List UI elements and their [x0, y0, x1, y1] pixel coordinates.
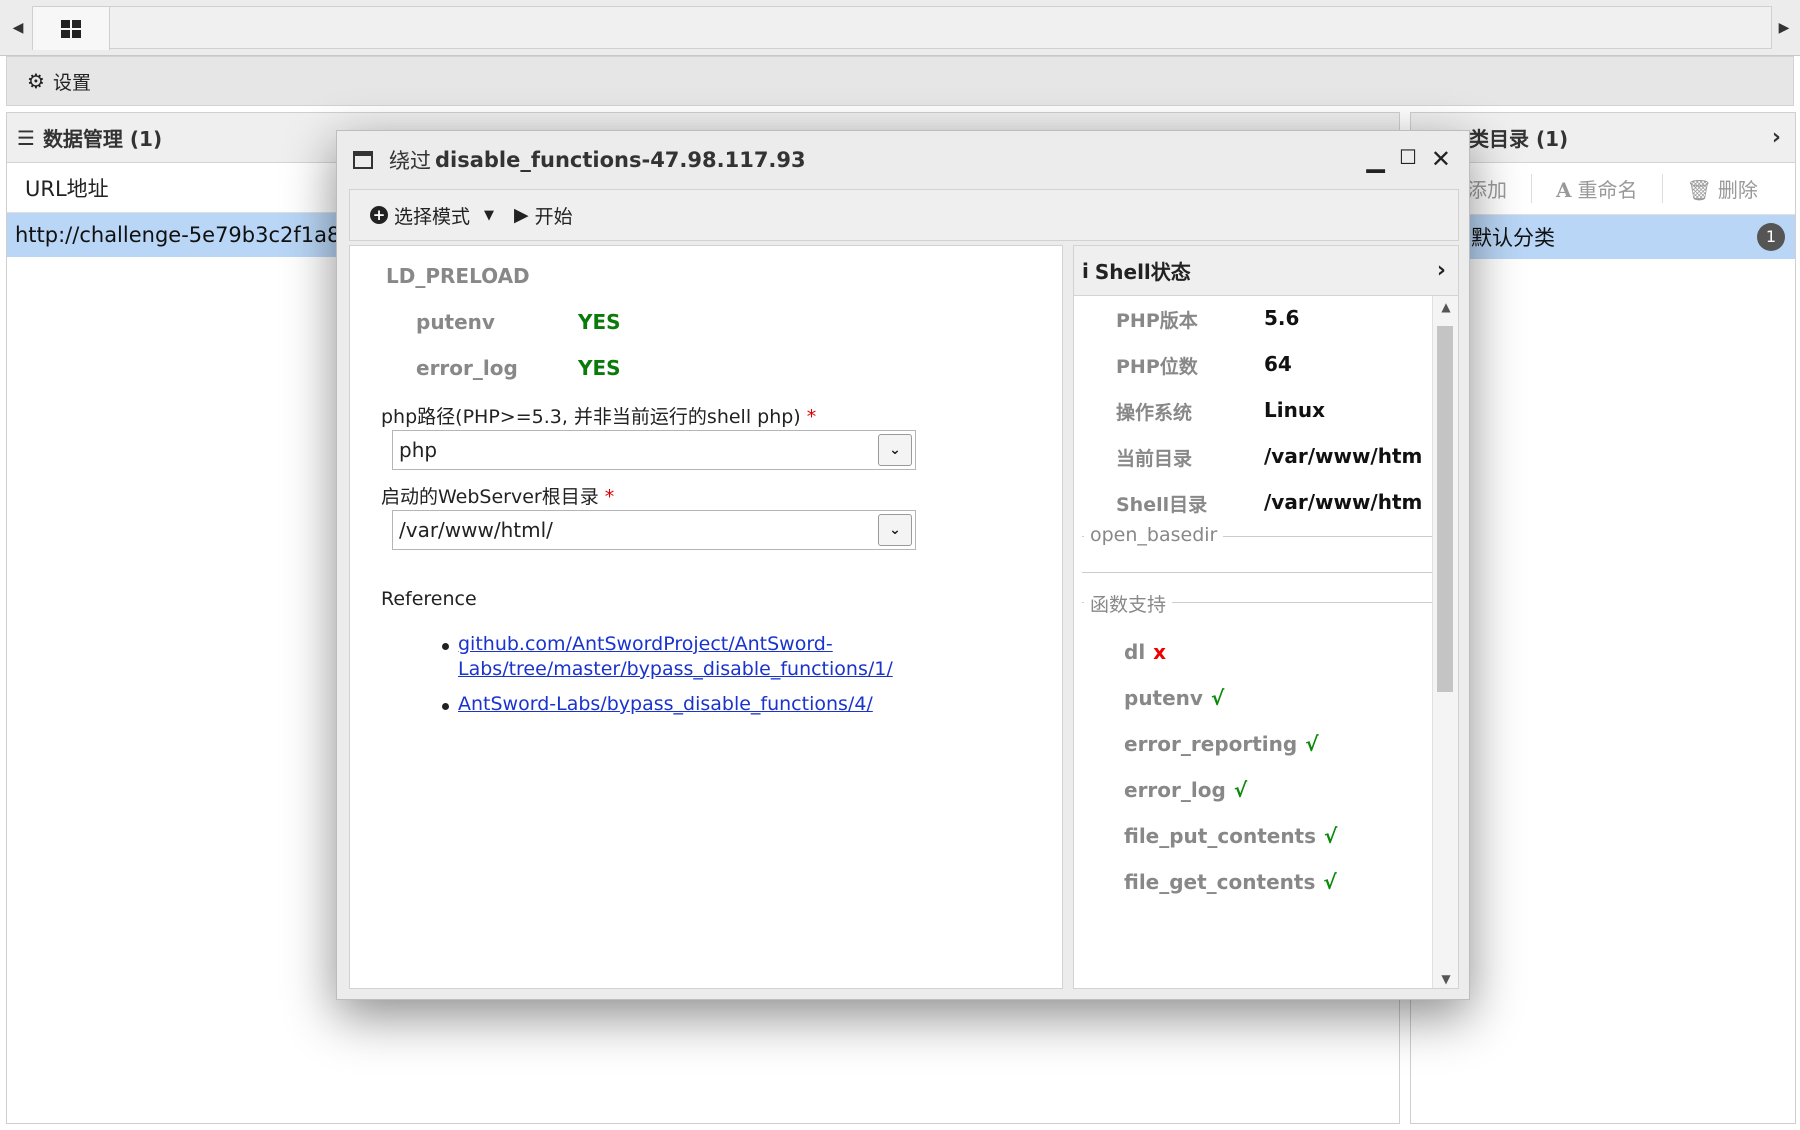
- php-path-label: php路径(PHP>=5.3, 并非当前运行的shell php) *: [381, 406, 817, 428]
- divider: [1082, 572, 1444, 573]
- info-value: /var/www/html: [1264, 490, 1424, 514]
- grid-icon: [61, 19, 81, 38]
- function-item: dl x: [1124, 640, 1167, 664]
- check-name: error_log: [416, 356, 518, 380]
- collapse-icon[interactable]: ›: [1772, 125, 1781, 150]
- font-icon: A: [1556, 178, 1572, 202]
- info-key: PHP版本: [1116, 310, 1198, 332]
- chevron-down-icon[interactable]: ⌄: [878, 514, 912, 546]
- dialog-toolbar: + 选择模式 ▼ ▶ 开始: [349, 189, 1459, 241]
- dialog-title: disable_functions-47.98.117.93: [435, 148, 806, 172]
- category-panel-title: 类目录 (1): [1469, 127, 1569, 151]
- reference-link-1[interactable]: github.com/AntSwordProject/AntSword- Lab…: [458, 632, 893, 682]
- category-count-badge: 1: [1757, 223, 1785, 251]
- tab-scroll-right-icon[interactable]: ▶: [1774, 8, 1794, 48]
- start-button[interactable]: ▶ 开始: [514, 202, 573, 229]
- scroll-up-icon[interactable]: ▲: [1433, 300, 1458, 314]
- webroot-label: 启动的WebServer根目录 *: [381, 486, 615, 508]
- shell-status-title: Shell状态: [1094, 260, 1191, 284]
- scroll-thumb[interactable]: [1437, 326, 1453, 692]
- info-icon: i: [1082, 258, 1089, 283]
- bypass-dialog: 绕过 disable_functions-47.98.117.93 ▁ ☐ ✕ …: [336, 130, 1470, 1000]
- trash-icon: 🗑: [1686, 178, 1712, 202]
- plus-circle-icon: +: [370, 206, 388, 224]
- function-item: putenv √: [1124, 686, 1225, 710]
- info-key: 当前目录: [1116, 448, 1193, 470]
- function-item: file_put_contents √: [1124, 824, 1338, 848]
- shell-status-pane: i Shell状态 › PHP版本 5.6 PHP位数 64 操作系统 Linu…: [1073, 245, 1459, 989]
- scroll-down-icon[interactable]: ▼: [1433, 972, 1458, 986]
- url-column-label: URL地址: [25, 176, 109, 201]
- window-icon: [353, 151, 373, 169]
- maximize-icon[interactable]: ☐: [1399, 145, 1417, 173]
- rename-category-button[interactable]: A 重命名: [1532, 174, 1663, 203]
- bypass-form-pane: LD_PRELOAD putenv YES error_log YES php路…: [349, 245, 1063, 989]
- vertical-scrollbar[interactable]: ▲ ▼: [1432, 296, 1458, 988]
- start-label: 开始: [534, 205, 573, 228]
- bullet: [442, 703, 449, 710]
- tab-home[interactable]: [32, 6, 110, 50]
- list-icon: ☰: [17, 125, 35, 150]
- reference-title: Reference: [381, 588, 477, 610]
- play-icon: ▶: [514, 204, 529, 226]
- webroot-select[interactable]: /var/www/html/ ⌄: [392, 510, 916, 550]
- reference-link-2[interactable]: AntSword-Labs/bypass_disable_functions/4…: [458, 692, 873, 717]
- info-value: 5.6: [1264, 306, 1300, 330]
- tab-strip: [110, 6, 1772, 49]
- open-basedir-legend: open_basedir: [1084, 524, 1224, 546]
- function-item: error_reporting √: [1124, 732, 1319, 756]
- gear-icon: ⚙: [27, 69, 45, 93]
- check-status: YES: [578, 310, 621, 334]
- info-value: 64: [1264, 352, 1292, 376]
- shell-status-header: i Shell状态 ›: [1074, 246, 1458, 296]
- select-mode-label: 选择模式: [394, 205, 471, 228]
- row-url: http://challenge-5e79b3c2f1a8c: [15, 223, 352, 247]
- collapse-icon[interactable]: ›: [1437, 258, 1446, 283]
- section-title: LD_PRELOAD: [386, 264, 530, 288]
- tab-scroll-left-icon[interactable]: ◀: [8, 8, 28, 48]
- bullet: [442, 643, 449, 650]
- category-label: 默认分类: [1471, 226, 1555, 250]
- info-value: /var/www/html: [1264, 444, 1424, 468]
- minimize-icon[interactable]: ▁: [1366, 145, 1384, 173]
- info-key: PHP位数: [1116, 356, 1198, 378]
- info-key: 操作系统: [1116, 402, 1193, 424]
- delete-category-button[interactable]: 🗑 删除: [1663, 174, 1782, 203]
- info-value: Linux: [1264, 398, 1325, 422]
- php-path-value: php: [399, 438, 438, 462]
- dialog-titlebar[interactable]: 绕过 disable_functions-47.98.117.93: [337, 131, 1469, 189]
- php-path-select[interactable]: php ⌄: [392, 430, 916, 470]
- settings-button[interactable]: ⚙ 设置: [27, 68, 91, 95]
- select-mode-dropdown[interactable]: + 选择模式 ▼: [370, 202, 494, 229]
- tab-bar: ◀ ▶: [0, 0, 1800, 56]
- info-key: Shell目录: [1116, 494, 1208, 516]
- close-icon[interactable]: ✕: [1431, 145, 1451, 173]
- data-panel-title: 数据管理 (1): [42, 127, 163, 151]
- main-toolbar: ⚙ 设置: [6, 56, 1794, 106]
- dialog-title-prefix: 绕过: [389, 149, 431, 173]
- caret-down-icon: ▼: [484, 207, 495, 223]
- check-status: YES: [578, 356, 621, 380]
- functions-legend: 函数支持: [1084, 590, 1173, 617]
- function-item: error_log √: [1124, 778, 1248, 802]
- function-item: file_get_contents √: [1124, 870, 1337, 894]
- webroot-value: /var/www/html/: [399, 518, 553, 542]
- chevron-down-icon[interactable]: ⌄: [878, 434, 912, 466]
- check-name: putenv: [416, 310, 495, 334]
- settings-label: 设置: [52, 71, 91, 94]
